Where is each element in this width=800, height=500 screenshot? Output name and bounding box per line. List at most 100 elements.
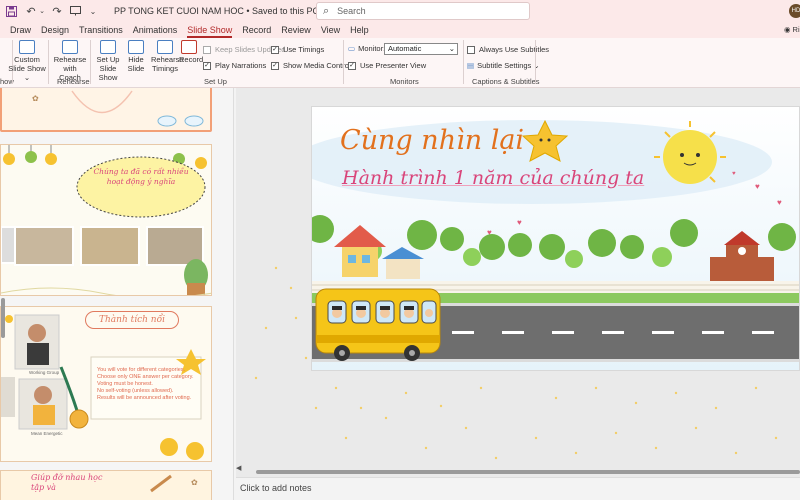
- set-up-slide-show-icon: [100, 40, 116, 54]
- slide-thumbnail-2[interactable]: Chúng ta đã có rất nhiều hoạt động ý ngh…: [0, 144, 212, 296]
- title-bar: ↶ ⌄ ↷ ⌄ PP TONG KET CUOI NAM HOC • Saved…: [0, 0, 800, 22]
- monitor-icon: ▭: [348, 44, 356, 53]
- show-media-controls-checkbox[interactable]: ✓ Show Media Controls: [271, 61, 354, 70]
- slide-2-cloud-text: Chúng ta đã có rất nhiều hoạt động ý ngh…: [93, 167, 189, 186]
- customize-toolbar-icon[interactable]: ⌄: [86, 4, 100, 18]
- checkbox-box: ✓: [271, 45, 279, 54]
- svg-text:♥: ♥: [732, 171, 736, 177]
- custom-slide-show-icon: [19, 40, 35, 54]
- slide-3-bullet: No self-voting (unless allowed).: [97, 388, 174, 394]
- tab-record[interactable]: Record: [242, 25, 271, 35]
- divider: [463, 40, 464, 84]
- custom-slide-show-label: Custom Slide Show ⌄: [8, 55, 46, 82]
- slide-thumbnail-1[interactable]: ✿: [0, 88, 212, 132]
- rehearse-with-coach-button[interactable]: Rehearse with Coach: [52, 40, 88, 82]
- undo-dropdown-icon[interactable]: ⌄: [38, 4, 46, 18]
- editor-horizontal-scrollbar-thumb[interactable]: [256, 470, 800, 474]
- tab-view[interactable]: View: [321, 25, 340, 35]
- save-icon[interactable]: [4, 4, 18, 18]
- slide-3-bullet: Results will be announced after voting.: [97, 395, 192, 401]
- slide-thumbnail-3[interactable]: Thành tích nổi You will vote for differe…: [0, 306, 212, 462]
- monitor-label-text: Monitor:: [358, 44, 386, 53]
- slide-3-bullet: Voting must be honest.: [97, 381, 153, 387]
- tab-slide-show[interactable]: Slide Show: [187, 25, 233, 38]
- rehearse-group-label: Rehearse: [57, 77, 90, 86]
- slide-thumbnails-panel: ✿ Chúng ta đã có rất nhiều hoạt động ý n…: [0, 88, 234, 500]
- slide-title-line-2[interactable]: Hành trình 1 năm của chúng ta: [342, 167, 644, 189]
- rehearse-timings-button[interactable]: Rehearse Timings: [151, 40, 184, 73]
- right-edge-label: Ri: [792, 25, 800, 34]
- set-up-group-label: Set Up: [204, 77, 227, 86]
- hide-slide-icon: [128, 40, 144, 54]
- slide-3-title: Thành tích nổi: [85, 311, 179, 329]
- monitor-select-value: Automatic: [388, 44, 422, 53]
- right-edge-button[interactable]: ◉ Ri: [784, 25, 800, 34]
- tab-draw[interactable]: Draw: [10, 25, 31, 35]
- tab-animations[interactable]: Animations: [133, 25, 178, 35]
- always-use-subtitles-checkbox[interactable]: Always Use Subtitles: [467, 45, 549, 54]
- thumbnails-scrollbar[interactable]: [226, 90, 232, 498]
- monitor-select[interactable]: Automatic ⌄: [384, 43, 458, 55]
- checkbox-box: ✓: [348, 61, 356, 70]
- redo-icon[interactable]: ↷: [50, 4, 64, 18]
- right-edge-radio-icon: ◉: [784, 25, 791, 34]
- captions-group-label: Captions & Subtitles: [472, 77, 540, 86]
- undo-icon[interactable]: ↶: [24, 4, 38, 18]
- use-presenter-view-label: Use Presenter View: [360, 61, 427, 70]
- slide-4-title: Giúp đỡ nhau học tập và: [31, 473, 103, 492]
- search-placeholder: Search: [337, 6, 366, 16]
- record-label: Record: [179, 55, 204, 64]
- avatar[interactable]: HD: [789, 4, 800, 18]
- slide-1-decoration: ✿: [32, 90, 204, 127]
- record-button[interactable]: Record: [179, 40, 203, 64]
- slide-thumbnail-4[interactable]: Giúp đỡ nhau học tập và ✿: [0, 470, 212, 500]
- scroll-left-icon[interactable]: ◀: [236, 464, 241, 472]
- monitors-group-label: Monitors: [390, 77, 419, 86]
- svg-text:♥: ♥: [777, 198, 782, 207]
- rehearse-timings-icon: [157, 40, 173, 54]
- use-timings-label: Use Timings: [283, 45, 325, 54]
- checkbox-box: ✓: [203, 61, 211, 70]
- slide-3-caption-1: Working Group: [29, 370, 60, 375]
- use-timings-checkbox[interactable]: ✓ Use Timings: [271, 45, 324, 54]
- document-title[interactable]: PP TONG KET CUOI NAM HOC • Saved to this…: [114, 6, 329, 17]
- tab-transitions[interactable]: Transitions: [79, 25, 123, 35]
- play-narrations-checkbox[interactable]: ✓ Play Narrations: [203, 61, 266, 70]
- slide-title-line-1[interactable]: Cùng nhìn lại: [340, 125, 524, 156]
- tab-design[interactable]: Design: [41, 25, 69, 35]
- search-icon: ⌕: [323, 4, 330, 17]
- divider: [90, 40, 91, 84]
- svg-text:♥: ♥: [755, 182, 760, 191]
- chevron-down-icon: ⌄: [448, 44, 455, 53]
- hide-slide-label: Hide Slide: [127, 55, 145, 73]
- tab-help[interactable]: Help: [350, 25, 369, 35]
- slide-3-caption-2: Mean Energetic: [31, 431, 63, 436]
- subtitle-settings-label: Subtitle Settings ⌄: [477, 61, 540, 70]
- slide-3-bullet: Choose only ONE answer per category.: [97, 374, 194, 380]
- monitor-label: ▭ Monitor:: [348, 44, 385, 53]
- divider: [48, 40, 49, 84]
- checkbox-box: [203, 45, 211, 54]
- checkbox-box: [467, 45, 475, 54]
- hide-slide-button[interactable]: Hide Slide: [126, 40, 146, 73]
- set-up-slide-show-label: Set Up Slide Show: [96, 55, 120, 82]
- slide-canvas[interactable]: ♥ ♥ ♥ ♥ ♥ Cùng nhìn lại Hành trình 1 năm…: [311, 106, 800, 371]
- divider: [535, 40, 536, 84]
- always-use-subtitles-label: Always Use Subtitles: [479, 45, 550, 54]
- tab-review[interactable]: Review: [281, 25, 311, 35]
- set-up-slide-show-button[interactable]: Set Up Slide Show: [92, 40, 124, 82]
- custom-slide-show-button[interactable]: Custom Slide Show ⌄: [8, 40, 46, 82]
- use-presenter-view-checkbox[interactable]: ✓ Use Presenter View: [348, 61, 426, 70]
- thumbnails-scrollbar-thumb[interactable]: [1, 298, 5, 338]
- present-icon[interactable]: [68, 4, 82, 18]
- svg-text:♥: ♥: [517, 218, 522, 227]
- svg-text:✿: ✿: [32, 94, 39, 103]
- search-box[interactable]: ⌕ Search: [316, 2, 530, 20]
- notes-placeholder: Click to add notes: [240, 483, 312, 493]
- notes-pane[interactable]: Click to add notes: [236, 477, 800, 500]
- play-narrations-label: Play Narrations: [215, 61, 267, 70]
- subtitle-settings-button[interactable]: ▤ Subtitle Settings ⌄: [467, 61, 540, 70]
- slide-3-bullet: You will vote for different categories.: [97, 367, 186, 373]
- slide-3-bullet-list: You will vote for different categories. …: [97, 367, 199, 402]
- divider: [343, 40, 344, 84]
